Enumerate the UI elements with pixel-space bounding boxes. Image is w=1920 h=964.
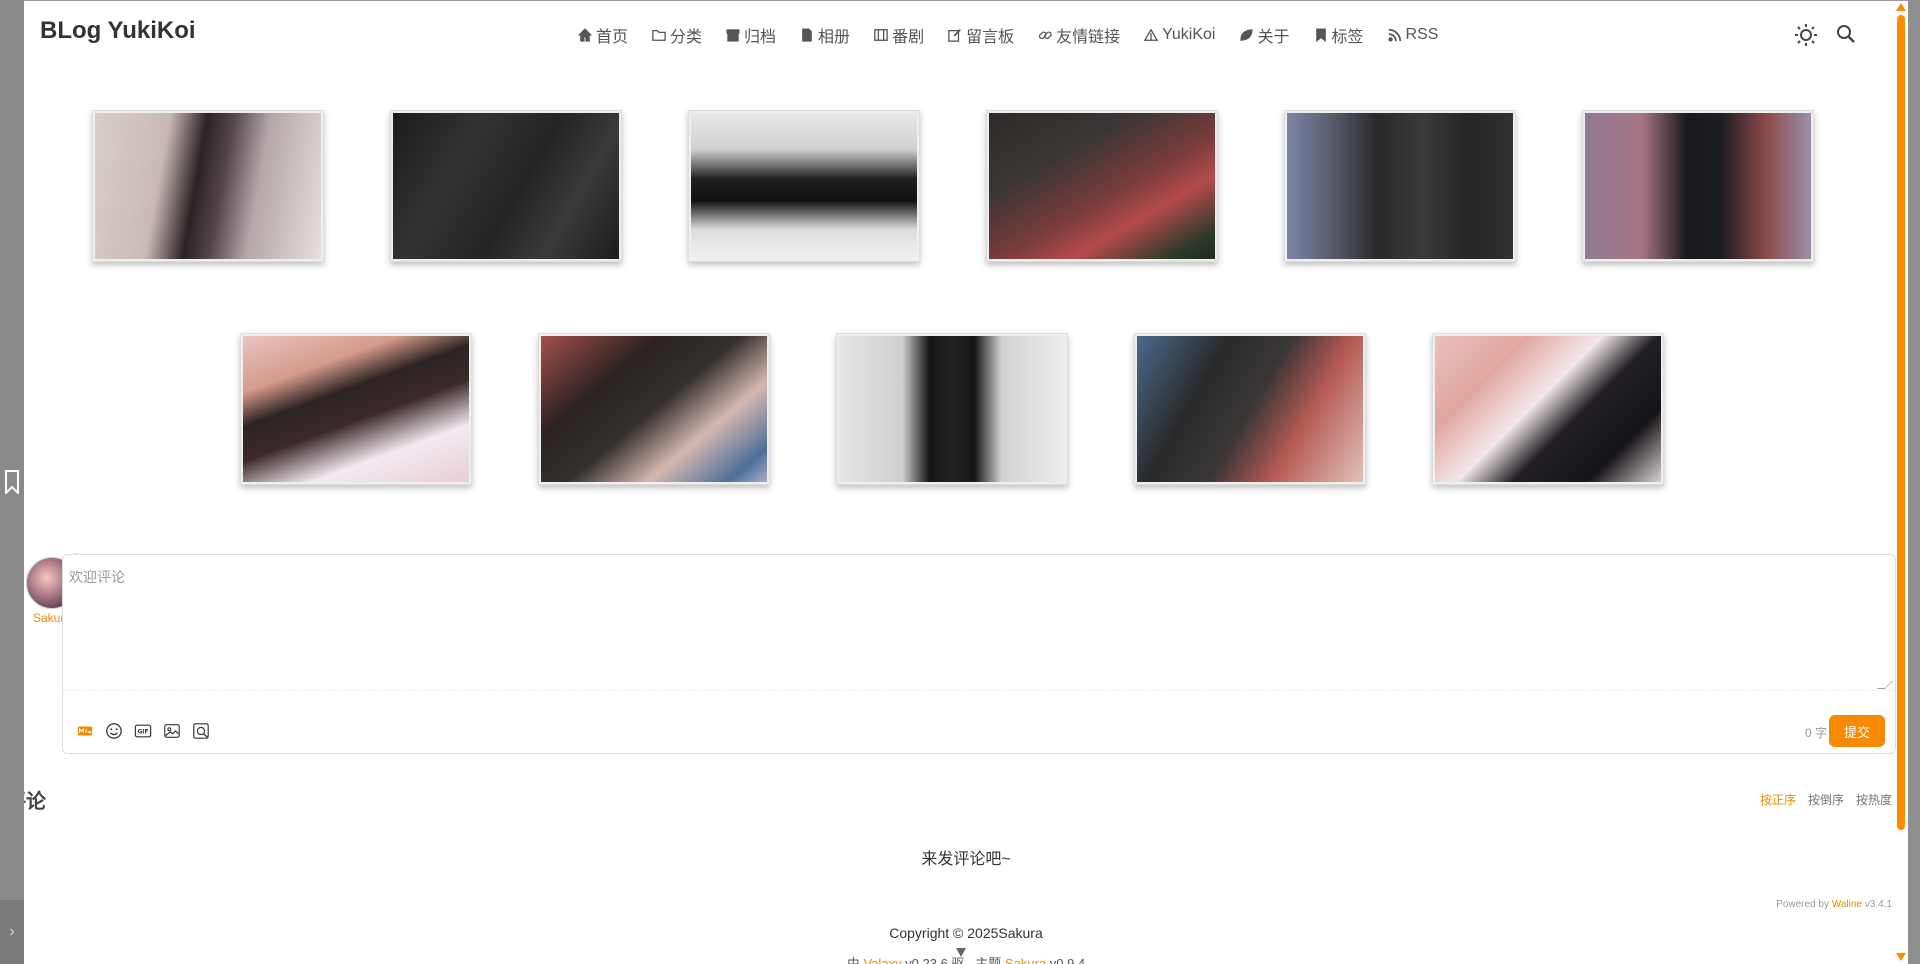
svg-text:GIF: GIF bbox=[138, 730, 149, 736]
rss-icon bbox=[1387, 28, 1401, 42]
nav-item-home[interactable]: 首页 bbox=[578, 23, 628, 47]
gallery-photo[interactable] bbox=[986, 110, 1218, 262]
sort-options: 按正序 按倒序 按热度 bbox=[1760, 791, 1892, 808]
nav-label: YukiKoi bbox=[1162, 26, 1216, 43]
nav-label: 友情链接 bbox=[1056, 29, 1121, 46]
triangle-icon bbox=[1144, 28, 1159, 41]
gif-icon[interactable]: GIF bbox=[133, 721, 153, 741]
page: BLog YukiKoi 首页 分类 归档 相册 番剧 留言板 友情链接 Yuk… bbox=[24, 0, 1908, 964]
gallery-photo[interactable] bbox=[92, 110, 324, 262]
submit-button[interactable]: 提交 bbox=[1829, 715, 1885, 747]
archive-icon bbox=[726, 29, 740, 42]
valaxy-link[interactable]: Valaxy bbox=[863, 956, 901, 964]
scrollbar-thumb[interactable] bbox=[1897, 15, 1905, 830]
gallery-photo[interactable] bbox=[1432, 333, 1664, 485]
gallery-photo[interactable] bbox=[390, 110, 622, 262]
nav-label: 留言板 bbox=[966, 29, 1015, 46]
sort-option-desc[interactable]: 按倒序 bbox=[1808, 791, 1844, 808]
nav-label: 关于 bbox=[1257, 29, 1290, 46]
gallery-photo[interactable] bbox=[1582, 110, 1814, 262]
powered-prefix: Powered by bbox=[1776, 899, 1829, 910]
sort-option-asc[interactable]: 按正序 bbox=[1760, 791, 1796, 808]
word-count: 0 字 bbox=[1804, 726, 1827, 740]
gallery-row bbox=[92, 110, 1880, 262]
nav-item-album[interactable]: 相册 bbox=[800, 23, 850, 47]
nav-item-friends[interactable]: 友情链接 bbox=[1038, 23, 1120, 47]
gallery-row bbox=[240, 333, 1730, 485]
comment-input[interactable] bbox=[63, 555, 1895, 691]
comment-toolbar: GIF bbox=[75, 721, 211, 741]
gallery-photo[interactable] bbox=[240, 333, 472, 485]
gallery-photo[interactable] bbox=[1284, 110, 1516, 262]
nav-item-rss[interactable]: RSS bbox=[1387, 23, 1439, 47]
leaf-icon bbox=[1240, 29, 1254, 41]
nav-item-yukikoi[interactable]: YukiKoi bbox=[1144, 23, 1215, 47]
link-icon bbox=[1039, 31, 1052, 40]
main-nav: 首页 分类 归档 相册 番剧 留言板 友情链接 YukiKoi 关于 标签 RS… bbox=[578, 23, 1462, 47]
bookmark-icon[interactable] bbox=[5, 470, 19, 494]
powered-by: Powered by Waline v3.4.1 bbox=[1776, 899, 1892, 910]
nav-item-guestbook[interactable]: 留言板 bbox=[948, 23, 1014, 47]
expand-sidebar-button[interactable]: › bbox=[0, 900, 24, 964]
left-side-strip: › bbox=[0, 0, 24, 964]
nav-label: 首页 bbox=[596, 29, 629, 46]
nav-label: 相册 bbox=[818, 29, 851, 46]
comments-title: 评论 bbox=[24, 791, 46, 813]
sort-option-hot[interactable]: 按热度 bbox=[1856, 791, 1892, 808]
nav-item-category[interactable]: 分类 bbox=[652, 23, 702, 47]
gallery-photo[interactable] bbox=[1134, 333, 1366, 485]
header: BLog YukiKoi 首页 分类 归档 相册 番剧 留言板 友情链接 Yuk… bbox=[24, 1, 1908, 67]
nav-label: 标签 bbox=[1331, 29, 1364, 46]
copyright: Copyright © 2025Sakura bbox=[889, 925, 1043, 941]
file-image-icon bbox=[802, 28, 812, 42]
scrollbar[interactable] bbox=[1896, 1, 1908, 964]
preview-icon[interactable] bbox=[191, 721, 211, 741]
bookmark-icon bbox=[1315, 28, 1326, 42]
emoji-icon[interactable] bbox=[104, 721, 124, 741]
theme-info: 由 Valaxy v0.23.6 驱 主题 Sakura v0.9.4 bbox=[24, 953, 1908, 964]
scroll-up-icon[interactable] bbox=[1896, 3, 1906, 11]
nav-item-tags[interactable]: 标签 bbox=[1314, 23, 1364, 47]
gallery-photo[interactable] bbox=[836, 333, 1068, 485]
image-icon[interactable] bbox=[162, 721, 182, 741]
theme-prefix: 由 bbox=[846, 956, 860, 964]
theme-version: v0.9.4 bbox=[1049, 956, 1086, 964]
nav-label: RSS bbox=[1405, 26, 1439, 43]
folder-icon bbox=[652, 29, 666, 41]
engine-version: v0.23.6 驱 bbox=[905, 956, 965, 964]
nav-label: 归档 bbox=[744, 29, 777, 46]
theme-label: 主题 bbox=[975, 956, 1002, 964]
nav-item-about[interactable]: 关于 bbox=[1239, 23, 1290, 47]
sakura-link[interactable]: Sakura bbox=[1005, 956, 1046, 964]
gallery-photo[interactable] bbox=[538, 333, 770, 485]
site-title[interactable]: BLog YukiKoi bbox=[40, 17, 196, 45]
waline-link[interactable]: Waline bbox=[1832, 899, 1862, 910]
nav-item-archive[interactable]: 归档 bbox=[726, 23, 776, 47]
edit-icon bbox=[948, 29, 961, 42]
scroll-down-icon[interactable] bbox=[1896, 953, 1906, 961]
sun-icon[interactable] bbox=[1794, 23, 1818, 47]
home-icon bbox=[578, 28, 592, 42]
nav-item-anime[interactable]: 番剧 bbox=[874, 23, 924, 47]
markdown-icon[interactable] bbox=[75, 721, 95, 741]
comment-form: GIF 0 字 提交 bbox=[62, 554, 1896, 754]
film-icon bbox=[874, 29, 888, 41]
search-icon[interactable] bbox=[1836, 24, 1856, 44]
waline-version: v3.4.1 bbox=[1864, 899, 1892, 910]
nav-label: 番剧 bbox=[892, 29, 925, 46]
empty-comments-message: 来发评论吧~ bbox=[921, 851, 1011, 868]
nav-label: 分类 bbox=[670, 29, 703, 46]
gallery-photo[interactable] bbox=[688, 110, 920, 262]
